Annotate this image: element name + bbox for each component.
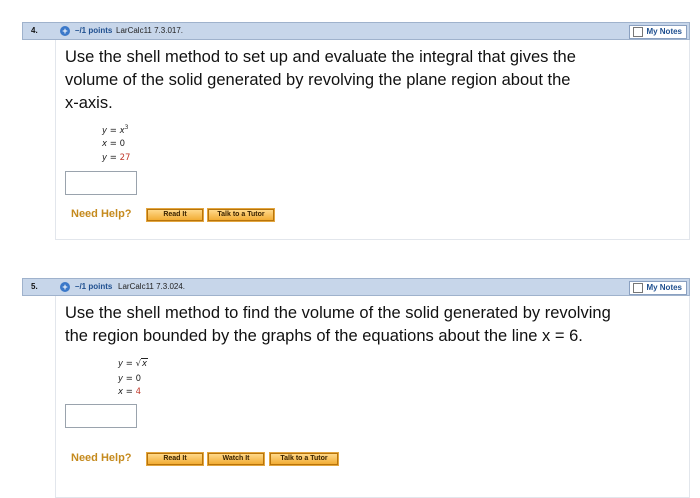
answer-input[interactable] — [65, 171, 137, 195]
my-notes-label: My Notes — [646, 283, 682, 292]
equation: y = 27 — [102, 153, 131, 163]
prompt-line: x-axis. — [65, 94, 113, 112]
prompt-line: Use the shell method to set up and evalu… — [65, 48, 576, 66]
my-notes-label: My Notes — [646, 27, 682, 36]
watch-it-button[interactable]: Watch It — [207, 452, 265, 466]
question-5: 5. + –/1 points LarCalc11 7.3.024. My No… — [22, 278, 690, 498]
checkbox-icon[interactable] — [633, 283, 644, 293]
sqrt-symbol: √x — [135, 358, 149, 369]
question-header: 4. + –/1 points LarCalc11 7.3.017. My No… — [22, 22, 690, 40]
question-4: 4. + –/1 points LarCalc11 7.3.017. My No… — [22, 22, 690, 242]
talk-to-tutor-button[interactable]: Talk to a Tutor — [207, 208, 275, 222]
plus-circle-icon[interactable]: + — [60, 26, 70, 36]
equation: x = 4 — [118, 387, 141, 397]
prompt-line: the region bounded by the graphs of the … — [65, 327, 583, 345]
points-label: –/1 points — [75, 282, 113, 291]
equation: y = √x — [118, 358, 149, 369]
equation: y = x3 — [102, 124, 129, 136]
prompt-line: volume of the solid generated by revolvi… — [65, 71, 571, 89]
question-prompt: Use the shell method to set up and evalu… — [65, 46, 576, 115]
read-it-button[interactable]: Read It — [146, 208, 204, 222]
my-notes-button[interactable]: My Notes — [629, 25, 687, 39]
checkbox-icon[interactable] — [633, 27, 644, 37]
answer-input[interactable] — [65, 404, 137, 428]
equation: x = 0 — [102, 139, 125, 149]
question-header: 5. + –/1 points LarCalc11 7.3.024. My No… — [22, 278, 690, 296]
my-notes-button[interactable]: My Notes — [629, 281, 687, 295]
equation: y = 0 — [118, 374, 141, 384]
need-help-label: Need Help? — [71, 208, 132, 220]
question-number: 5. — [31, 282, 38, 291]
question-source: LarCalc11 7.3.024. — [118, 282, 186, 291]
need-help-label: Need Help? — [71, 452, 132, 464]
points-label: –/1 points — [75, 26, 113, 35]
read-it-button[interactable]: Read It — [146, 452, 204, 466]
question-source: LarCalc11 7.3.017. — [116, 26, 184, 35]
question-prompt: Use the shell method to find the volume … — [65, 302, 611, 348]
plus-circle-icon[interactable]: + — [60, 282, 70, 292]
talk-to-tutor-button[interactable]: Talk to a Tutor — [269, 452, 339, 466]
question-number: 4. — [31, 26, 38, 35]
prompt-line: Use the shell method to find the volume … — [65, 304, 611, 322]
